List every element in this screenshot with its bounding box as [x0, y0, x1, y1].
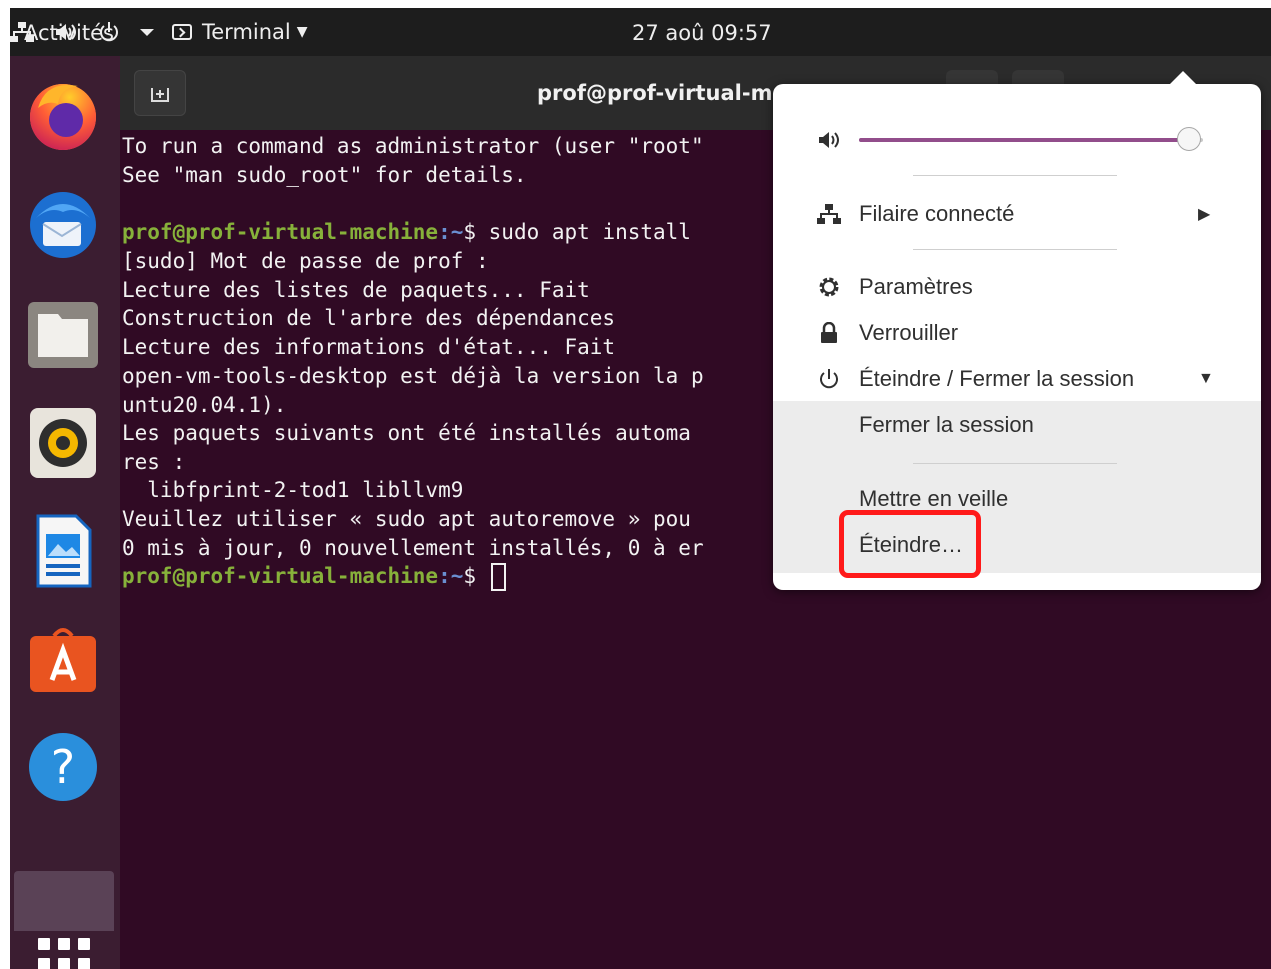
lock-icon — [817, 321, 841, 345]
logout-label: Fermer la session — [859, 412, 1034, 437]
gear-icon — [817, 275, 841, 299]
app-menu-label: Terminal — [202, 20, 291, 44]
new-tab-button[interactable] — [134, 70, 186, 116]
dock-running-app-terminal[interactable] — [14, 871, 114, 931]
chevron-down-icon: ▼ — [296, 24, 308, 40]
thunderbird-icon[interactable] — [26, 188, 100, 262]
power-label: Éteindre / Fermer la session — [859, 366, 1135, 391]
terminal-line: See "man sudo_root" for details. — [122, 163, 527, 187]
show-applications-icon[interactable] — [38, 938, 90, 969]
chevron-right-icon: ▶ — [1198, 206, 1211, 223]
terminal-line: untu20.04.1). — [122, 393, 287, 417]
command-text: $ sudo apt install — [463, 220, 691, 244]
volume-slider-fill — [859, 138, 1189, 142]
terminal-line: Les paquets suivants ont été installés a… — [122, 421, 691, 445]
new-tab-icon — [151, 88, 169, 102]
rhythmbox-icon[interactable] — [26, 406, 100, 480]
highlight-box — [839, 510, 981, 578]
power-icon — [817, 367, 841, 391]
svg-text:?: ? — [51, 740, 75, 794]
separator — [913, 249, 1117, 250]
top-bar: Activités Terminal ▼ 27 aoû 09:57 — [10, 8, 1271, 56]
desktop: Activités Terminal ▼ 27 aoû 09:57 ? prof… — [10, 8, 1271, 969]
prompt-user: prof@prof-virtual-machine — [122, 220, 439, 244]
terminal-icon — [172, 24, 192, 40]
terminal-line: Construction de l'arbre des dépendances — [122, 306, 616, 330]
terminal-line: prof@prof-virtual-machine:~$ — [122, 562, 506, 591]
chevron-down-icon: ▼ — [1198, 370, 1214, 387]
network-row[interactable]: Filaire connecté ▶ — [773, 194, 1261, 234]
command-text: $ — [463, 564, 489, 588]
terminal-line: To run a command as administrator (user … — [122, 134, 704, 158]
terminal-line: res : — [122, 450, 186, 474]
chevron-down-icon — [140, 27, 154, 37]
terminal-line: [sudo] Mot de passe de prof : — [122, 249, 489, 273]
terminal-line: Lecture des informations d'état... Fait — [122, 335, 616, 359]
help-icon[interactable]: ? — [26, 730, 100, 804]
libreoffice-writer-icon[interactable] — [26, 514, 100, 588]
terminal-line: 0 mis à jour, 0 nouvellement installés, … — [122, 536, 704, 560]
ubuntu-software-icon[interactable] — [26, 622, 100, 696]
terminal-line: Lecture des listes de paquets... Fait — [122, 278, 590, 302]
activities-button[interactable]: Activités — [24, 8, 114, 56]
settings-row[interactable]: Paramètres — [773, 267, 1261, 307]
clock[interactable]: 27 aoû 09:57 — [632, 8, 772, 56]
app-menu-button[interactable]: Terminal ▼ — [172, 8, 308, 56]
separator — [913, 175, 1117, 176]
terminal-line: open-vm-tools-desktop est déjà la versio… — [122, 364, 704, 388]
dock: ? — [10, 56, 120, 969]
network-icon — [817, 202, 841, 226]
logout-item[interactable]: Fermer la session — [773, 405, 1261, 445]
settings-label: Paramètres — [859, 274, 973, 299]
files-icon[interactable] — [26, 298, 100, 372]
prompt-user: prof@prof-virtual-machine — [122, 564, 439, 588]
terminal-line: prof@prof-virtual-machine:~$ sudo apt in… — [122, 218, 691, 246]
lock-row[interactable]: Verrouiller — [773, 313, 1261, 353]
network-label: Filaire connecté — [859, 201, 1015, 226]
terminal-line: libfprint-2-tod1 libllvm9 — [122, 478, 464, 502]
volume-slider-handle[interactable] — [1177, 127, 1201, 151]
terminal-title: prof@prof-virtual-ma — [537, 81, 787, 105]
separator — [913, 463, 1117, 464]
lock-label: Verrouiller — [859, 320, 959, 345]
volume-icon — [817, 128, 841, 152]
text-cursor — [490, 563, 506, 591]
prompt-path: :~ — [438, 564, 464, 588]
volume-slider[interactable] — [859, 127, 1203, 151]
firefox-icon[interactable] — [26, 78, 100, 152]
prompt-path: :~ — [438, 220, 464, 244]
terminal-line: Veuillez utiliser « sudo apt autoremove … — [122, 507, 691, 531]
suspend-label: Mettre en veille — [859, 486, 1009, 511]
power-row[interactable]: Éteindre / Fermer la session ▼ — [773, 359, 1261, 399]
